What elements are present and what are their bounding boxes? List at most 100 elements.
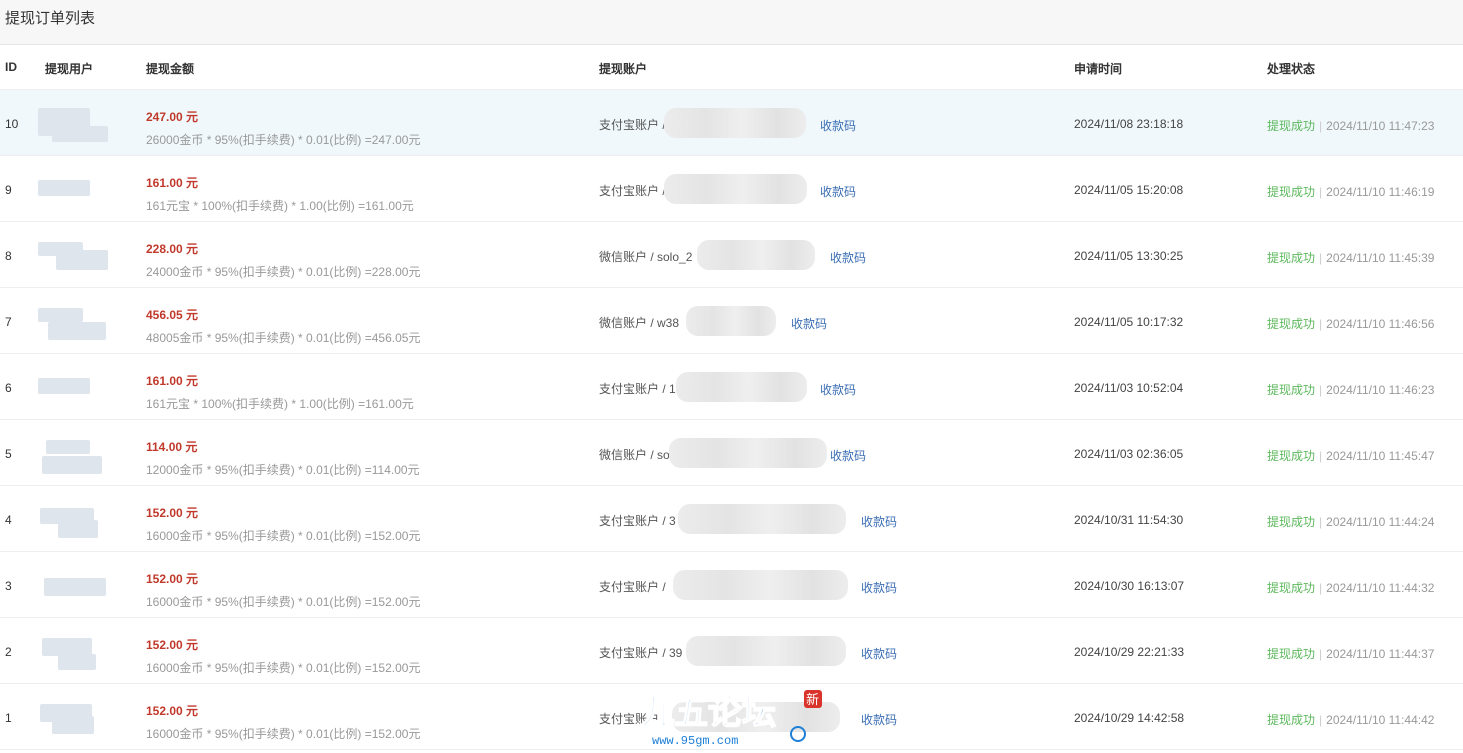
processed-time: 2024/11/10 11:45:47: [1326, 449, 1435, 463]
column-header-id: ID: [5, 60, 17, 74]
account-redacted: [697, 240, 815, 270]
redacted-block: [52, 126, 108, 142]
status-badge: 提现成功: [1267, 383, 1316, 397]
redacted-block: [58, 654, 96, 670]
status-badge: 提现成功: [1267, 515, 1316, 529]
qr-code-link[interactable]: 收款码: [861, 579, 897, 596]
row-id: 6: [5, 381, 12, 395]
apply-time: 2024/10/29 14:42:58: [1074, 711, 1185, 725]
apply-time: 2024/11/03 10:52:04: [1074, 381, 1184, 395]
withdraw-amount: 152.00 元: [146, 506, 199, 520]
user-avatar-redacted: [38, 170, 108, 208]
apply-time: 2024/11/08 23:18:18: [1074, 117, 1184, 131]
processed-time: 2024/11/10 11:44:37: [1326, 647, 1435, 661]
user-avatar-redacted: [38, 632, 108, 670]
column-header-account: 提现账户: [599, 62, 648, 76]
amount-formula: 16000金币 * 95%(扣手续费) * 0.01(比例) =152.00元: [146, 595, 421, 609]
divider: |: [1319, 515, 1323, 529]
status-badge: 提现成功: [1267, 251, 1316, 265]
redacted-block: [58, 520, 98, 538]
status-badge: 提现成功: [1267, 581, 1316, 595]
account-redacted: [669, 438, 827, 468]
divider: |: [1319, 383, 1323, 397]
user-avatar-redacted: [38, 368, 108, 406]
qr-code-link[interactable]: 收款码: [820, 117, 856, 134]
column-header-time: 申请时间: [1074, 62, 1123, 76]
amount-formula: 16000金币 * 95%(扣手续费) * 0.01(比例) =152.00元: [146, 727, 421, 741]
apply-time: 2024/10/29 22:21:33: [1074, 645, 1185, 659]
account-redacted: [686, 636, 846, 666]
qr-code-link[interactable]: 收款码: [861, 711, 897, 728]
status: 提现成功 | 2024/11/10 11:46:19: [1267, 183, 1434, 200]
qr-code-link[interactable]: 收款码: [820, 183, 856, 200]
row-id: 5: [5, 447, 12, 461]
processed-time: 2024/11/10 11:46:23: [1326, 383, 1435, 397]
apply-time: 2024/10/31 11:54:30: [1074, 513, 1184, 527]
amount-formula: 24000金币 * 95%(扣手续费) * 0.01(比例) =228.00元: [146, 265, 421, 279]
withdraw-amount: 152.00 元: [146, 704, 199, 718]
row-id: 3: [5, 579, 12, 593]
redacted-block: [58, 180, 90, 196]
user-avatar-redacted: [38, 500, 108, 538]
account-text: 支付宝账户 / 1: [599, 382, 676, 396]
processed-time: 2024/11/10 11:44:24: [1326, 515, 1435, 529]
status-badge: 提现成功: [1267, 713, 1316, 727]
row-id: 8: [5, 249, 12, 263]
divider: |: [1319, 317, 1323, 331]
account-text: 支付宝账户 /: [599, 118, 666, 132]
amount-formula: 26000金币 * 95%(扣手续费) * 0.01(比例) =247.00元: [146, 133, 421, 147]
account-text: 支付宝账户 /: [599, 580, 666, 594]
withdraw-amount: 161.00 元: [146, 176, 199, 190]
status: 提现成功 | 2024/11/10 11:44:32: [1267, 579, 1434, 596]
user-avatar-redacted: [38, 302, 108, 340]
table-row: 10 247.00 元 26000金币 * 95%(扣手续费) * 0.01(比…: [0, 90, 1463, 156]
redacted-block: [42, 456, 102, 474]
qr-code-link[interactable]: 收款码: [830, 249, 866, 266]
table-row: 4 152.00 元 16000金币 * 95%(扣手续费) * 0.01(比例…: [0, 486, 1463, 552]
amount-formula: 48005金币 * 95%(扣手续费) * 0.01(比例) =456.05元: [146, 331, 421, 345]
account-redacted: [664, 108, 806, 138]
status-badge: 提现成功: [1267, 647, 1316, 661]
qr-code-link[interactable]: 收款码: [830, 447, 866, 464]
status: 提现成功 | 2024/11/10 11:44:42: [1267, 711, 1434, 728]
status: 提现成功 | 2024/11/10 11:46:56: [1267, 315, 1434, 332]
status: 提现成功 | 2024/11/10 11:44:24: [1267, 513, 1434, 530]
apply-time: 2024/11/05 15:20:08: [1074, 183, 1184, 197]
divider: |: [1319, 119, 1323, 133]
table-row: 8 228.00 元 24000金币 * 95%(扣手续费) * 0.01(比例…: [0, 222, 1463, 288]
apply-time: 2024/11/05 13:30:25: [1074, 249, 1184, 263]
table-row: 6 161.00 元 161元宝 * 100%(扣手续费) * 1.00(比例)…: [0, 354, 1463, 420]
withdraw-amount: 114.00 元: [146, 440, 198, 454]
table-row: 1 152.00 元 16000金币 * 95%(扣手续费) * 0.01(比例…: [0, 684, 1463, 750]
account-redacted: [686, 306, 776, 336]
row-id: 4: [5, 513, 12, 527]
divider: |: [1319, 449, 1323, 463]
row-id: 1: [5, 711, 12, 725]
column-header-status: 处理状态: [1267, 62, 1316, 76]
amount-formula: 12000金币 * 95%(扣手续费) * 0.01(比例) =114.00元: [146, 463, 420, 477]
qr-code-link[interactable]: 收款码: [820, 381, 856, 398]
account-text: 微信账户 / so: [599, 448, 670, 462]
amount-formula: 161元宝 * 100%(扣手续费) * 1.00(比例) =161.00元: [146, 397, 414, 411]
status: 提现成功 | 2024/11/10 11:44:37: [1267, 645, 1434, 662]
user-avatar-redacted: [38, 236, 108, 274]
account-text: 支付宝账户 / 3: [599, 514, 676, 528]
divider: |: [1319, 581, 1323, 595]
redacted-block: [56, 250, 108, 270]
page-title: 提现订单列表: [5, 10, 96, 27]
withdraw-amount: 161.00 元: [146, 374, 199, 388]
apply-time: 2024/10/30 16:13:07: [1074, 579, 1185, 593]
apply-time: 2024/11/03 02:36:05: [1074, 447, 1184, 461]
processed-time: 2024/11/10 11:44:32: [1326, 581, 1435, 595]
qr-code-link[interactable]: 收款码: [861, 513, 897, 530]
status: 提现成功 | 2024/11/10 11:47:23: [1267, 117, 1434, 134]
divider: |: [1319, 713, 1323, 727]
processed-time: 2024/11/10 11:46:19: [1326, 185, 1435, 199]
withdraw-order-table: ID 提现用户 提现金额 提现账户 申请时间 处理状态 10 247.00 元 …: [0, 45, 1463, 750]
qr-code-link[interactable]: 收款码: [861, 645, 897, 662]
amount-formula: 161元宝 * 100%(扣手续费) * 1.00(比例) =161.00元: [146, 199, 414, 213]
account-text: 支付宝账户: [599, 712, 660, 726]
table-row: 9 161.00 元 161元宝 * 100%(扣手续费) * 1.00(比例)…: [0, 156, 1463, 222]
page-header: 提现订单列表: [0, 0, 1463, 45]
qr-code-link[interactable]: 收款码: [791, 315, 827, 332]
